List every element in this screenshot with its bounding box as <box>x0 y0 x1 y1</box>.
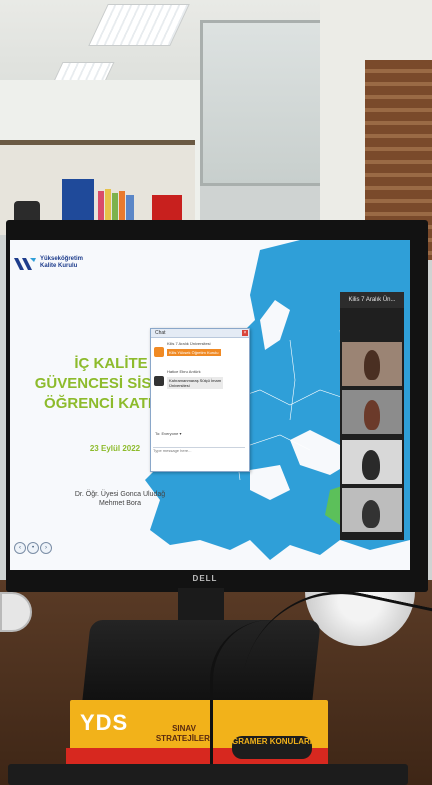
participant-video <box>362 450 380 480</box>
participant-video <box>364 350 380 380</box>
chat-input[interactable]: Type message here... <box>153 447 245 462</box>
play-slide-button[interactable]: • <box>27 542 39 554</box>
logo-text: Yükseköğretim Kalite Kurulu <box>40 256 83 270</box>
author-line1: Dr. Öğr. Üyesi Gonca Uludağ <box>74 491 166 498</box>
prev-slide-button[interactable]: ‹ <box>14 542 26 554</box>
office-window <box>200 20 326 186</box>
chat-message: Kilis Yüksek Öğretim Kurulu <box>167 349 221 356</box>
participant-video <box>364 400 380 430</box>
author-line2: Mehmet Bora <box>98 500 142 507</box>
chat-to-label: To: Everyone ▾ <box>155 431 182 436</box>
avatar <box>154 376 164 386</box>
book-yds-title: YDS <box>80 710 129 735</box>
next-slide-button[interactable]: › <box>40 542 52 554</box>
chat-message: Kahramanmaraş Sütçü İmam Üniversitesi <box>167 377 224 389</box>
logo-line2: Kalite Kurulu <box>40 263 78 269</box>
chat-sender: Kilis 7 Aralık Üniversitesi <box>167 341 211 346</box>
video-tile[interactable] <box>342 342 402 386</box>
video-tile[interactable] <box>342 440 402 484</box>
slide-authors: Dr. Öğr. Üyesi Gonca Uludağ Mehmet Bora <box>70 490 170 508</box>
participants-panel: Kilis 7 Aralık Ün... <box>340 292 404 540</box>
chat-recipient-select[interactable]: Everyone <box>161 431 178 436</box>
yokak-logo: Yükseköğretim Kalite Kurulu <box>12 254 92 274</box>
participants-header: Kilis 7 Aralık Ün... <box>340 292 404 308</box>
logo-mark-icon <box>14 258 36 270</box>
monitor-brand-logo: DELL <box>192 574 218 583</box>
participant-video <box>362 500 380 528</box>
avatar <box>154 347 164 357</box>
chat-message-line2: Üniversitesi <box>169 383 190 388</box>
keyboard <box>8 764 408 785</box>
video-tile[interactable] <box>342 390 402 434</box>
chat-window: Chat × Kilis 7 Aralık Üniversitesi Kilis… <box>150 328 250 472</box>
close-icon[interactable]: × <box>242 330 248 336</box>
ceiling-light <box>88 4 190 46</box>
chat-title: Chat <box>155 330 166 336</box>
video-tile[interactable] <box>342 488 402 532</box>
chat-sender: Hatice Ebru Arıtürk <box>167 369 201 374</box>
logo-line1: Yükseköğretim <box>40 256 84 262</box>
monitor-screen: Yükseköğretim Kalite Kurulu İÇ KALİTE GÜ… <box>10 240 410 570</box>
chat-titlebar: Chat × <box>151 329 249 338</box>
